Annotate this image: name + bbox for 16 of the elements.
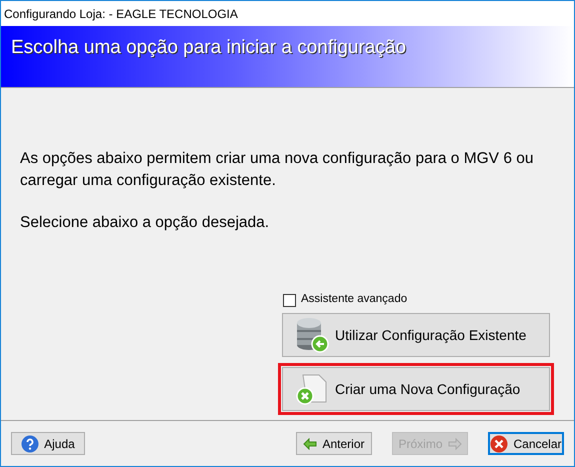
help-icon [21,434,40,452]
window-title: Configurando Loja: - EAGLE TECNOLOGIA [4,6,238,22]
help-button[interactable]: Ajuda [11,432,85,455]
advanced-checkbox[interactable]: Assistente avançado [283,292,554,308]
cancel-icon [490,434,508,452]
back-button[interactable]: Anterior [296,432,372,455]
database-icon [295,317,329,353]
banner-title: Escolha uma opção para iniciar a configuração [11,37,406,58]
option-button[interactable]: Criar uma Nova Configuração [282,367,550,411]
cancel-button[interactable]: Cancelar [488,432,564,455]
right-arrow-icon [448,438,462,450]
instruction-text: Selecione abaixo a opção desejada. [20,213,270,233]
new-document-icon [295,372,329,406]
intro-text: As opções abaixo permitem criar uma nova configuração para o MGV 6 ou carregar uma configuração existente. [20,149,534,191]
left-arrow-icon [303,438,318,450]
option-button[interactable]: Utilizar Configuração Existente [282,313,550,357]
